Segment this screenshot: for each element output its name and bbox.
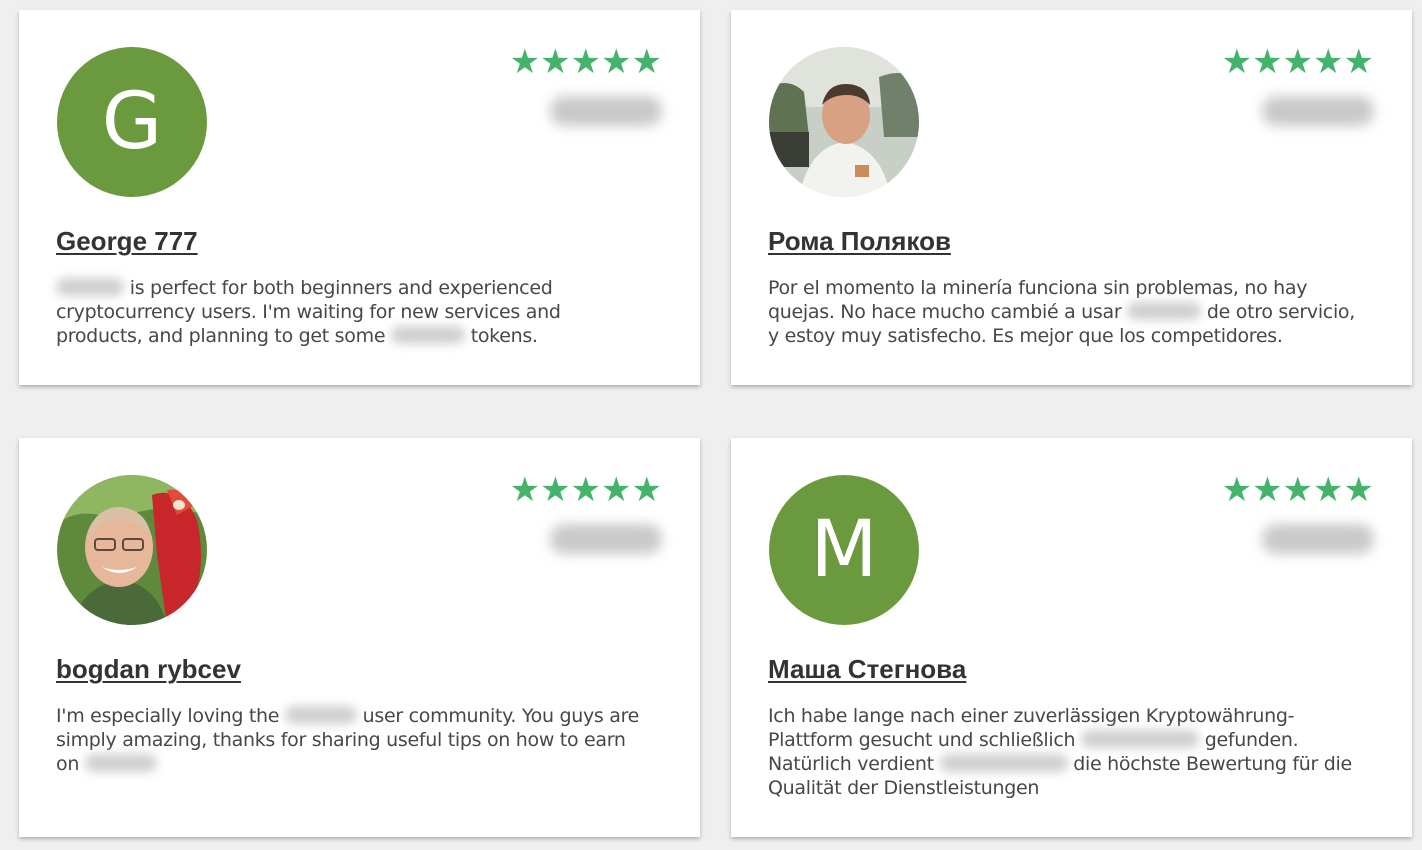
review-line: simply amazing, thanks for sharing usefu… <box>56 729 626 751</box>
review-card: M ★★★★★ Маша Стегнова Ich habe lange nac… <box>731 438 1412 837</box>
review-line: I'm especially loving the user community… <box>56 705 640 727</box>
review-date-redacted <box>550 524 662 554</box>
review-line: on <box>56 752 671 776</box>
review-line: Ich habe lange nach einer zuverlässigen … <box>768 705 1295 727</box>
avatar: G <box>57 47 207 197</box>
redacted-brand <box>939 753 1068 772</box>
star-rating: ★★★★★ <box>509 42 662 82</box>
review-line: Por el momento la minería funciona sin p… <box>768 277 1308 299</box>
user-photo-icon <box>769 47 919 197</box>
review-line: Natürlich verdient die höchste Bewertung… <box>768 753 1352 775</box>
review-line: cryptocurrency users. I'm waiting for ne… <box>56 301 561 323</box>
avatar-letter: G <box>101 77 163 167</box>
review-date-redacted <box>550 96 662 126</box>
reviewer-name-link[interactable]: George 777 <box>56 226 198 257</box>
redacted-brand <box>1127 301 1202 320</box>
avatar-letter: M <box>810 505 878 595</box>
review-line: is perfect for both beginners and experi… <box>56 276 671 300</box>
redacted-brand <box>56 277 124 296</box>
review-date-redacted <box>1262 96 1374 126</box>
redacted-brand <box>84 753 157 772</box>
reviewer-name-link[interactable]: bogdan rybcev <box>56 654 241 685</box>
review-date-redacted <box>1262 524 1374 554</box>
review-text: Ich habe lange nach einer zuverlässigen … <box>768 704 1383 800</box>
review-line: quejas. No hace mucho cambié a usar de o… <box>768 301 1355 323</box>
star-rating: ★★★★★ <box>509 470 662 510</box>
reviewer-name-link[interactable]: Маша Стегнова <box>768 654 966 685</box>
reviewer-name-link[interactable]: Рома Поляков <box>768 226 951 257</box>
review-text: is perfect for both beginners and experi… <box>56 276 671 348</box>
avatar: M <box>769 475 919 625</box>
redacted-brand <box>284 705 357 724</box>
redacted-brand <box>1080 729 1199 748</box>
review-line: Plattform gesucht und schließlich gefund… <box>768 729 1299 751</box>
avatar-photo-svg <box>769 47 919 197</box>
review-line: Qualität der Dienstleistungen <box>768 777 1040 799</box>
star-rating: ★★★★★ <box>1221 470 1374 510</box>
redacted-brand <box>390 325 465 344</box>
review-line: products, and planning to get some token… <box>56 325 538 347</box>
avatar-photo-svg <box>57 475 207 625</box>
review-card: ★★★★★ bogdan rybcev I'm especially lovin… <box>19 438 700 837</box>
review-line: y estoy muy satisfecho. Es mejor que los… <box>768 325 1283 347</box>
review-text: Por el momento la minería funciona sin p… <box>768 276 1383 348</box>
star-rating: ★★★★★ <box>1221 42 1374 82</box>
user-photo-icon <box>57 475 207 625</box>
review-text: I'm especially loving the user community… <box>56 704 671 776</box>
review-card: ★★★★★ Рома Поляков Por el momento la min… <box>731 10 1412 385</box>
review-card: G ★★★★★ George 777 is perfect for both b… <box>19 10 700 385</box>
